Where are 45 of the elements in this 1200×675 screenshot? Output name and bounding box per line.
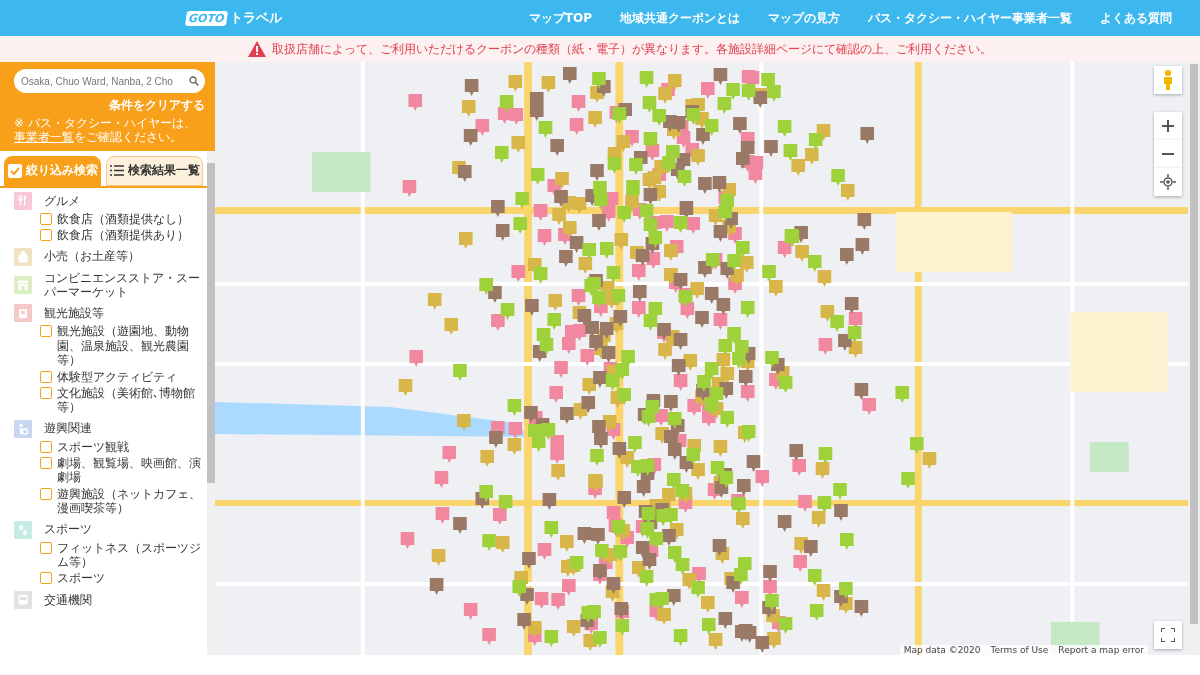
checkbox-label[interactable]: 飲食店（酒類提供なし） — [57, 211, 189, 227]
checkbox[interactable] — [40, 325, 52, 338]
checkbox-label[interactable]: スポーツ — [57, 571, 105, 586]
checkbox-label[interactable]: 飲食店（酒類提供あり） — [57, 228, 189, 243]
checkbox-label[interactable]: スポーツ観戦 — [57, 439, 129, 455]
checkbox-label[interactable]: 劇場、観覧場、映画館、演劇場 — [57, 456, 205, 485]
tab[interactable]: 検索結果一覧 — [106, 155, 203, 186]
zoom-in-icon[interactable] — [1154, 112, 1182, 140]
checkbox[interactable] — [40, 229, 52, 242]
checkbox[interactable] — [40, 541, 52, 554]
checkbox[interactable] — [40, 386, 52, 399]
search-field[interactable]: Osaka, Chuo Ward, Nanba, 2 Cho — [14, 69, 205, 93]
warning-icon — [248, 41, 266, 57]
checkbox-label[interactable]: フィットネス（スポーツジム等） — [57, 540, 205, 570]
checkbox[interactable] — [40, 370, 52, 383]
checkbox[interactable] — [40, 212, 52, 225]
checkbox-icon — [7, 163, 22, 178]
map-data-text: Map data ©2020 — [903, 645, 981, 655]
checkbox-label[interactable]: 文化施設（美術館､博物館等） — [57, 385, 205, 415]
category-label: スポーツ — [44, 522, 92, 537]
map-link[interactable]: Terms of Use — [990, 645, 1049, 655]
category-label: コンビニエンスストア・スーパーマーケット — [44, 270, 201, 300]
checkbox[interactable] — [40, 457, 52, 470]
checkbox[interactable] — [40, 440, 52, 453]
checkbox-label[interactable]: 観光施設（遊園地、動物園、温泉施設、観光農園等） — [57, 324, 205, 368]
scrollbar[interactable] — [207, 150, 215, 655]
note-text: ※ バス・タクシー・ハイヤーは、 事業者一覧をご確認ください。 — [14, 116, 197, 145]
category-label: 観光施設等 — [44, 306, 104, 321]
checkbox-label[interactable]: 遊興施設（ネットカフェ、漫画喫茶等） — [57, 486, 205, 516]
category-label: 交通機関 — [44, 592, 92, 607]
location-icon[interactable] — [1154, 168, 1182, 196]
category-label: 遊興関連 — [44, 421, 92, 436]
checkbox[interactable] — [40, 487, 52, 500]
category-label: グルメ — [44, 193, 80, 208]
checkbox[interactable] — [40, 572, 52, 585]
notice-text: 取扱店舗によって、ご利用いただけるクーポンの種類（紙・電子）が異なります。各施設詳細ページにて確認の上、ご利用ください。 — [272, 40, 992, 58]
street-view-icon[interactable] — [1154, 66, 1182, 94]
zoom-out-icon[interactable] — [1154, 140, 1182, 168]
list-icon — [109, 165, 124, 177]
fullscreen-icon[interactable] — [1154, 621, 1182, 649]
search-icon[interactable] — [189, 76, 199, 86]
checkbox-label[interactable]: 体験型アクティビティ — [57, 369, 177, 384]
scrollbar[interactable] — [1188, 62, 1200, 655]
category-label: 小売（お土産等） — [44, 249, 140, 264]
map-link[interactable]: Report a map error — [1058, 645, 1144, 655]
